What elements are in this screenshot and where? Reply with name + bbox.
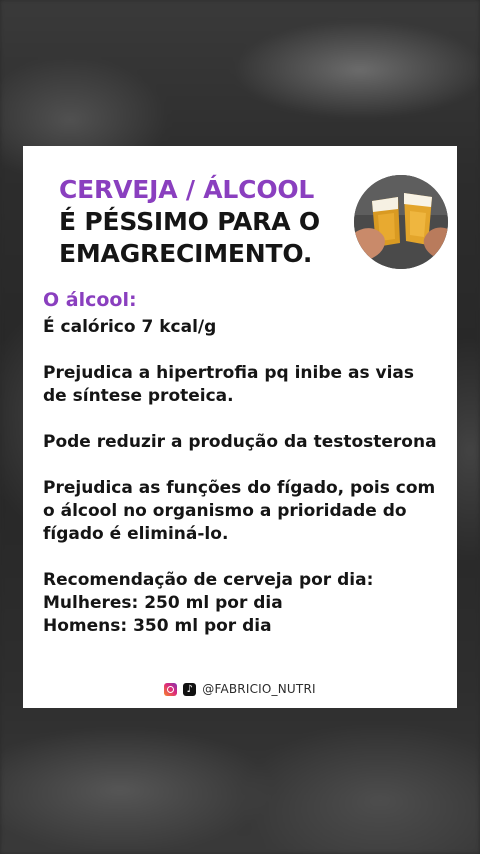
instagram-icon[interactable] [164,682,178,696]
recommendation-men: Homens: 350 ml por dia [43,616,272,636]
content-block: O álcool: É calórico 7 kcal/g Prejudica … [43,288,443,638]
item-calories: É calórico 7 kcal/g [43,317,217,337]
item-testosterone: Pode reduzir a produção da testosterona [43,432,437,452]
section-subtitle: O álcool: [43,289,137,311]
tiktok-icon[interactable]: ♪ [183,682,197,696]
social-footer: ♪ @FABRICIO_NUTRI [23,679,457,699]
beer-glasses-illustration [354,175,448,269]
info-card: CERVEJA / ÁLCOOL É PÉSSIMO PARA O EMAGRE… [23,146,457,708]
headline-line-1: CERVEJA / ÁLCOOL [59,175,315,204]
recommendation-title: Recomendação de cerveja por dia: [43,570,374,590]
item-hypertrophy: Prejudica a hipertrofia pq inibe as vias… [43,363,414,406]
headline-line-3: EMAGRECIMENTO. [59,239,313,268]
headline-line-2: É PÉSSIMO PARA O [59,207,320,236]
item-liver: Prejudica as funções do fígado, pois com… [43,478,436,544]
social-handle[interactable]: @FABRICIO_NUTRI [202,682,315,696]
headline: CERVEJA / ÁLCOOL É PÉSSIMO PARA O EMAGRE… [59,174,349,270]
recommendation-women: Mulheres: 250 ml por dia [43,593,283,613]
beer-toast-image [354,175,448,269]
